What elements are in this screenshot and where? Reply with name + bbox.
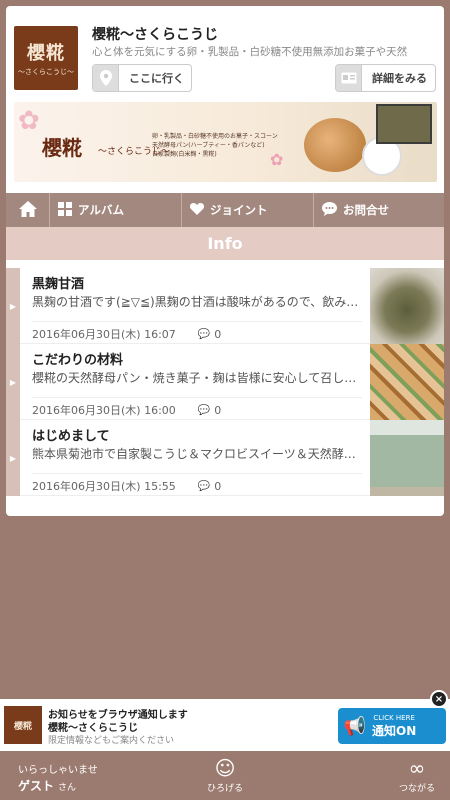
heart-icon <box>189 202 205 218</box>
guest-suffix: さん <box>58 783 77 793</box>
shop-logo-text: 櫻糀 <box>27 43 65 64</box>
comment-icon: 💬 <box>197 328 211 340</box>
bottom-bar: いらっしゃいませ ゲスト さん ☺ ひろげる ∞ つながる <box>0 751 450 800</box>
tab-contact-label: お問合せ <box>343 203 389 217</box>
guest-name: ゲスト さん <box>18 777 76 794</box>
close-icon[interactable]: × <box>430 690 448 708</box>
notify-on-button[interactable]: 📢 CLICK HERE 通知ON <box>338 708 446 744</box>
tab-contact[interactable]: お問合せ <box>314 193 444 227</box>
comment-count-value: 0 <box>214 403 222 417</box>
shop-title: 櫻糀〜さくらこうじ <box>92 27 218 43</box>
open-label: ひろげる <box>206 784 243 794</box>
guest-label: ゲスト <box>18 779 55 793</box>
post-title: こだわりの材料 <box>32 353 124 368</box>
post-meta: 2016年06月30日(木) 15:55 💬 0 <box>32 473 362 494</box>
post-snippet: 櫻糀の天然酵母パン・焼き菓子・麹は皆様に安心して召し上がって <box>32 371 362 385</box>
post-snippet: 熊本県菊池市で自家製こうじ＆マクロビスイーツ＆天然酵母パン <box>32 447 362 461</box>
comment-count-value: 0 <box>214 327 222 341</box>
smile-icon: ☺ <box>214 756 236 780</box>
notify-line3: 限定情報などもご案内ください <box>48 736 175 746</box>
post-date: 2016年06月30日(木) 15:55 <box>32 480 176 493</box>
chat-bubble-icon <box>322 201 337 219</box>
post-title: 黒麹甘酒 <box>32 277 85 292</box>
shop-header: 櫻糀 〜さくらこうじ〜 櫻糀〜さくらこうじ 心と体を元気にする卵・乳製品・白砂糖… <box>6 6 444 98</box>
shop-banner[interactable]: ✿ ✿ 櫻糀 〜さくらこうじ〜 卵・乳製品・白砂糖不使用のお菓子・スコーン 天然… <box>14 102 437 182</box>
list-item[interactable]: ▶ はじめまして 熊本県菊池市で自家製こうじ＆マクロビスイーツ＆天然酵母パン 2… <box>6 420 444 496</box>
go-here-label: ここに行く <box>129 72 184 85</box>
shop-card: 櫻糀 〜さくらこうじ〜 櫻糀〜さくらこうじ 心と体を元気にする卵・乳製品・白砂糖… <box>6 6 444 516</box>
post-meta: 2016年06月30日(木) 16:00 💬 0 <box>32 397 362 418</box>
notify-button-main: 通知ON <box>372 723 417 738</box>
comment-count: 💬 0 <box>198 480 221 493</box>
post-meta: 2016年06月30日(木) 16:07 💬 0 <box>32 321 362 342</box>
shop-logo-sub: 〜さくらこうじ〜 <box>18 68 74 76</box>
tab-album[interactable]: アルバム <box>50 193 182 227</box>
post-date: 2016年06月30日(木) 16:07 <box>32 328 176 341</box>
notify-line2: 櫻糀〜さくらこうじ <box>48 723 138 734</box>
chevron-right-icon: ▶ <box>6 420 20 496</box>
comment-count: 💬 0 <box>198 404 221 417</box>
list-item-body: はじめまして 熊本県菊池市で自家製こうじ＆マクロビスイーツ＆天然酵母パン 201… <box>20 420 370 495</box>
banner-box-image <box>376 104 432 144</box>
shop-logo[interactable]: 櫻糀 〜さくらこうじ〜 <box>14 26 78 90</box>
chevron-right-icon: ▶ <box>6 344 20 420</box>
post-list: ▶ 黒麹甘酒 黒麹の甘酒です(≧▽≦)黒麹の甘酒は酸味があるので、飲みやすい 2… <box>6 268 444 496</box>
post-thumbnail <box>370 420 444 496</box>
connect-label: つながる <box>398 784 435 794</box>
welcome-text: いらっしゃいませ <box>18 765 98 776</box>
chevron-right-icon: ▶ <box>6 268 20 344</box>
tab-home[interactable] <box>6 193 50 233</box>
list-item-body: 黒麹甘酒 黒麹の甘酒です(≧▽≦)黒麹の甘酒は酸味があるので、飲みやすい 201… <box>20 268 370 343</box>
list-item[interactable]: ▶ こだわりの材料 櫻糀の天然酵母パン・焼き菓子・麹は皆様に安心して召し上がって… <box>6 344 444 420</box>
location-pin-icon <box>93 65 119 91</box>
notification-banner: 櫻糀 お知らせをブラウザ通知します 櫻糀〜さくらこうじ 限定情報などもご案内くだ… <box>0 699 450 751</box>
comment-icon: 💬 <box>197 480 211 492</box>
notify-logo: 櫻糀 <box>4 706 42 744</box>
comment-count: 💬 0 <box>198 328 221 341</box>
banner-bread-image <box>304 118 366 172</box>
tab-album-label: アルバム <box>78 203 124 217</box>
link-icon: ∞ <box>408 756 426 780</box>
megaphone-icon: 📢 <box>343 715 367 737</box>
tab-joint[interactable]: ジョイント <box>182 193 314 227</box>
sakura-icon: ✿ <box>18 106 40 136</box>
detail-button[interactable]: 詳細をみる <box>335 64 436 92</box>
post-title: はじめまして <box>32 429 110 444</box>
go-here-button[interactable]: ここに行く <box>92 64 192 92</box>
home-icon <box>18 200 37 220</box>
post-date: 2016年06月30日(木) 16:00 <box>32 404 176 417</box>
post-thumbnail <box>370 268 444 344</box>
post-snippet: 黒麹の甘酒です(≧▽≦)黒麹の甘酒は酸味があるので、飲みやすい <box>32 295 362 309</box>
notify-button-text: CLICK HERE 通知ON <box>372 714 416 739</box>
list-item[interactable]: ▶ 黒麹甘酒 黒麹の甘酒です(≧▽≦)黒麹の甘酒は酸味があるので、飲みやすい 2… <box>6 268 444 344</box>
id-card-icon <box>336 65 362 91</box>
grid-icon <box>58 201 72 219</box>
detail-label: 詳細をみる <box>372 72 427 85</box>
banner-title: 櫻糀 <box>42 136 82 160</box>
shop-subtitle: 心と体を元気にする卵・乳製品・白砂糖不使用無添加お菓子や天然 <box>92 46 408 58</box>
connect-button[interactable]: ∞ つながる <box>392 757 442 794</box>
comment-icon: 💬 <box>197 404 211 416</box>
open-button[interactable]: ☺ ひろげる <box>200 757 250 794</box>
nav-tabs: アルバム ジョイント お問合せ <box>6 193 444 233</box>
post-thumbnail <box>370 344 444 420</box>
list-item-body: こだわりの材料 櫻糀の天然酵母パン・焼き菓子・麹は皆様に安心して召し上がって 2… <box>20 344 370 419</box>
tab-joint-label: ジョイント <box>210 203 268 217</box>
banner-text: 卵・乳製品・白砂糖不使用のお菓子・スコーン 天然酵母パン(ハーブティー・香パンな… <box>152 133 278 158</box>
comment-count-value: 0 <box>214 479 222 493</box>
notify-button-small: CLICK HERE <box>373 713 415 722</box>
section-title: Info <box>6 227 444 260</box>
